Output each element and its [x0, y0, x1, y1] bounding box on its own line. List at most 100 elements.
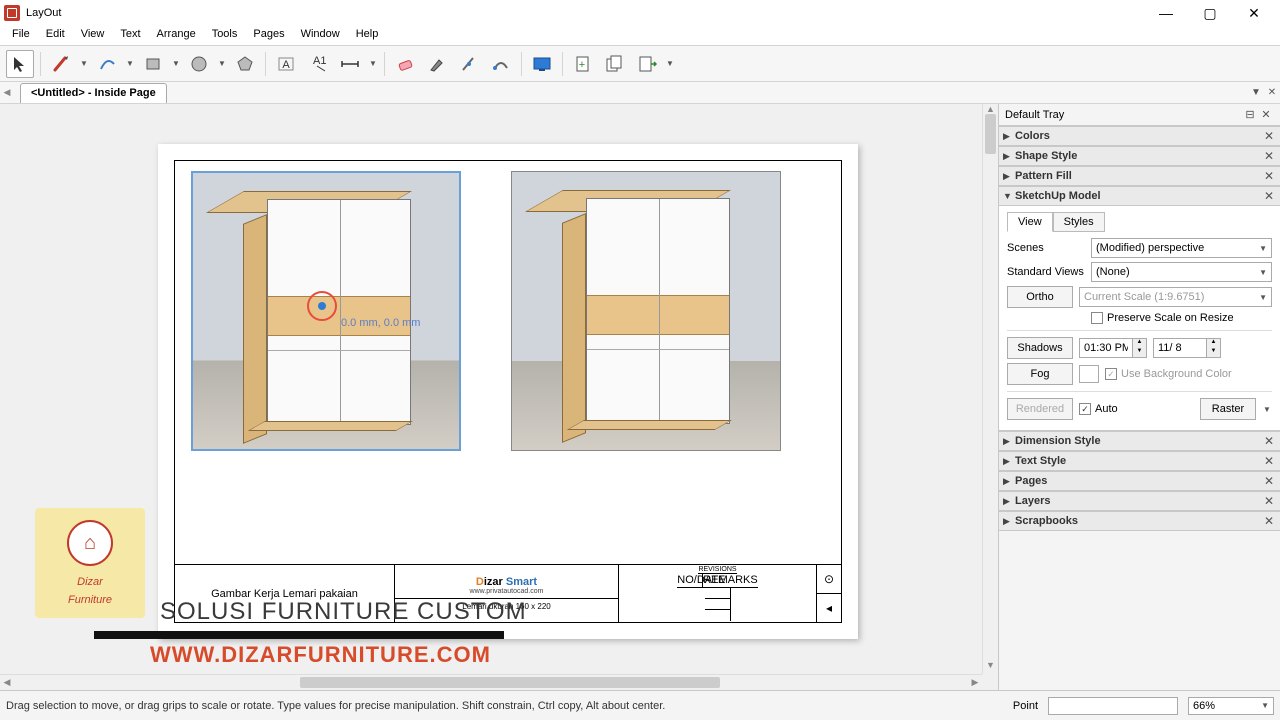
center-grip[interactable] [318, 302, 326, 310]
panel-close-icon[interactable]: ✕ [1262, 129, 1276, 143]
svg-text:+: + [579, 59, 585, 71]
shadows-button[interactable]: Shadows [1007, 337, 1073, 359]
scroll-thumb[interactable] [985, 114, 996, 154]
presentation-tool[interactable] [528, 50, 556, 78]
menu-arrange[interactable]: Arrange [149, 26, 204, 45]
panel-layers[interactable]: ▶Layers✕ [999, 491, 1280, 511]
tray-pin-icon[interactable]: ⊟ [1242, 108, 1258, 121]
arc-tool-dropdown[interactable]: ▼ [125, 59, 135, 68]
shadows-date[interactable]: ▲▼ [1153, 338, 1221, 358]
circle-tool-dropdown[interactable]: ▼ [217, 59, 227, 68]
horizontal-scrollbar[interactable]: ◀ ▶ [0, 674, 982, 690]
tray-title[interactable]: Default Tray ⊟ ✕ [999, 104, 1280, 126]
rectangle-tool-dropdown[interactable]: ▼ [171, 59, 181, 68]
panel-colors[interactable]: ▶Colors✕ [999, 126, 1280, 146]
panel-close-icon[interactable]: ✕ [1262, 494, 1276, 508]
model-viewport[interactable] [511, 171, 781, 451]
scroll-down-icon[interactable]: ▼ [983, 660, 998, 674]
style-tool[interactable] [423, 50, 451, 78]
add-page-tool[interactable]: + [569, 50, 597, 78]
menu-help[interactable]: Help [348, 26, 387, 45]
measurement-field[interactable] [1048, 697, 1178, 715]
menu-view[interactable]: View [73, 26, 113, 45]
tab-view[interactable]: View [1007, 212, 1053, 232]
circle-tool[interactable] [185, 50, 213, 78]
line-tool[interactable] [47, 50, 75, 78]
canvas[interactable]: 0.0 mm, 0.0 mm Gambar Kerja Lemari pakai… [0, 104, 998, 690]
document-tab[interactable]: <Untitled> - Inside Page [20, 83, 167, 103]
select-tool[interactable] [6, 50, 34, 78]
dimension-tool[interactable] [336, 50, 364, 78]
panel-close-icon[interactable]: ✕ [1262, 169, 1276, 183]
dimension-tool-dropdown[interactable]: ▼ [368, 59, 378, 68]
model-viewport-selected[interactable]: 0.0 mm, 0.0 mm [191, 171, 461, 451]
text-tool[interactable]: A [272, 50, 300, 78]
panel-pattern-fill[interactable]: ▶Pattern Fill✕ [999, 166, 1280, 186]
page[interactable]: 0.0 mm, 0.0 mm Gambar Kerja Lemari pakai… [158, 144, 858, 639]
auto-check[interactable]: ✓Auto [1079, 403, 1118, 415]
tab-close[interactable]: ✕ [1264, 87, 1280, 98]
panel-close-icon[interactable]: ✕ [1262, 454, 1276, 468]
tab-scroll-left[interactable]: ◀ [0, 87, 14, 98]
shadows-time[interactable]: ▲▼ [1079, 338, 1147, 358]
separator [384, 52, 385, 76]
panel-scrapbooks[interactable]: ▶Scrapbooks✕ [999, 511, 1280, 531]
panel-close-icon[interactable]: ✕ [1262, 514, 1276, 528]
menu-edit[interactable]: Edit [38, 26, 73, 45]
workspace: 0.0 mm, 0.0 mm Gambar Kerja Lemari pakai… [0, 104, 1280, 690]
eraser-tool[interactable] [391, 50, 419, 78]
rectangle-tool[interactable] [139, 50, 167, 78]
maximize-button[interactable]: ▢ [1188, 0, 1232, 26]
scenes-select[interactable]: (Modified) perspective▼ [1091, 238, 1272, 258]
document-tab-label: <Untitled> - Inside Page [31, 87, 156, 99]
panel-shape-style[interactable]: ▶Shape Style✕ [999, 146, 1280, 166]
polygon-tool[interactable] [231, 50, 259, 78]
tab-styles[interactable]: Styles [1053, 212, 1105, 232]
tab-dropdown[interactable]: ▼ [1248, 87, 1264, 98]
label-tool[interactable]: A1 [304, 50, 332, 78]
stdview-select[interactable]: (None)▼ [1091, 262, 1272, 282]
menu-pages[interactable]: Pages [245, 26, 292, 45]
panel-close-icon[interactable]: ✕ [1262, 434, 1276, 448]
close-button[interactable]: ✕ [1232, 0, 1276, 26]
panel-close-icon[interactable]: ✕ [1262, 189, 1276, 203]
page-nav-dropdown[interactable]: ▼ [665, 59, 675, 68]
ortho-button[interactable]: Ortho [1007, 286, 1073, 308]
panel-pages[interactable]: ▶Pages✕ [999, 471, 1280, 491]
line-tool-dropdown[interactable]: ▼ [79, 59, 89, 68]
app-icon [4, 5, 20, 21]
scroll-left-icon[interactable]: ◀ [0, 675, 14, 690]
menu-text[interactable]: Text [112, 26, 148, 45]
zoom-select[interactable]: 66%▼ [1188, 697, 1274, 715]
minimize-button[interactable]: — [1144, 0, 1188, 26]
tb-revisions: REVISIONS NO/DATEREMARKS [619, 565, 817, 622]
rendered-button[interactable]: Rendered [1007, 398, 1073, 420]
menu-window[interactable]: Window [293, 26, 348, 45]
join-tool[interactable] [487, 50, 515, 78]
scale-select[interactable]: Current Scale (1:9.6751)▼ [1079, 287, 1272, 307]
panel-text-style[interactable]: ▶Text Style✕ [999, 451, 1280, 471]
preserve-scale-check[interactable]: Preserve Scale on Resize [1091, 312, 1234, 324]
vertical-scrollbar[interactable]: ▲ ▼ [982, 104, 998, 674]
panel-close-icon[interactable]: ✕ [1262, 149, 1276, 163]
duplicate-page-tool[interactable] [601, 50, 629, 78]
panel-sketchup-model[interactable]: ▼SketchUp Model✕ [999, 186, 1280, 206]
scroll-thumb[interactable] [300, 677, 720, 688]
video-logo: ⌂ DizarFurniture [35, 508, 145, 618]
menu-file[interactable]: File [4, 26, 38, 45]
page-nav-tool[interactable] [633, 50, 661, 78]
scroll-right-icon[interactable]: ▶ [968, 675, 982, 690]
panel-close-icon[interactable]: ✕ [1262, 474, 1276, 488]
menu-tools[interactable]: Tools [204, 26, 246, 45]
tray-close-icon[interactable]: ✕ [1258, 108, 1274, 121]
use-bg-check[interactable]: ✓Use Background Color [1105, 368, 1232, 380]
raster-dropdown[interactable]: ▼ [1262, 405, 1272, 414]
fog-button[interactable]: Fog [1007, 363, 1073, 385]
panel-dimension-style[interactable]: ▶Dimension Style✕ [999, 431, 1280, 451]
raster-button[interactable]: Raster [1200, 398, 1256, 420]
fog-color[interactable] [1079, 365, 1099, 383]
arc-tool[interactable] [93, 50, 121, 78]
status-hint: Drag selection to move, or drag grips to… [6, 700, 1003, 712]
split-tool[interactable] [455, 50, 483, 78]
point-label: Point [1013, 700, 1038, 712]
